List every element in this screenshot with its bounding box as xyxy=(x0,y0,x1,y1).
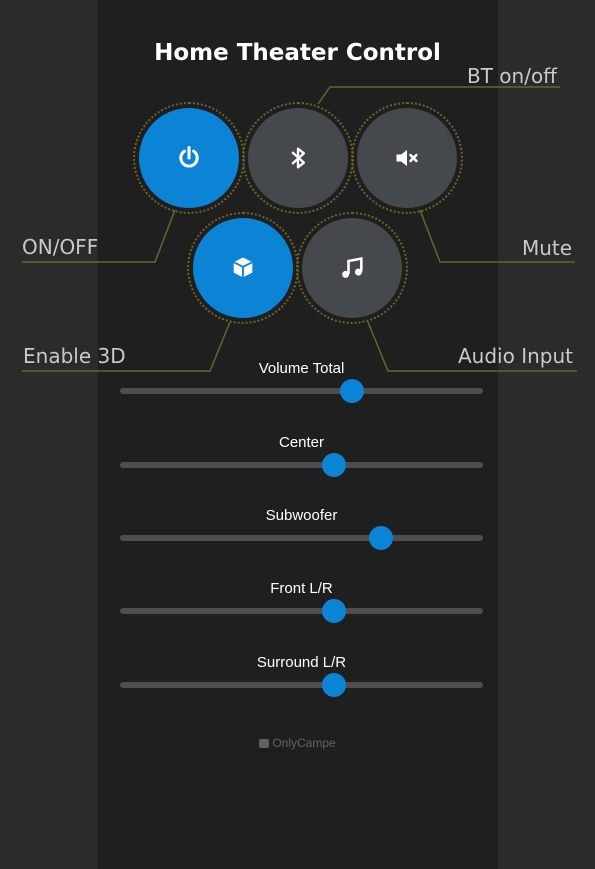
callout-mute: Mute xyxy=(522,236,573,260)
slider-label: Subwoofer xyxy=(265,507,338,524)
slider-track[interactable] xyxy=(120,388,483,394)
slider-track[interactable] xyxy=(120,608,483,614)
footer-brand-label: OnlyCampe xyxy=(272,736,336,750)
bluetooth-button[interactable] xyxy=(242,102,354,214)
slider-track[interactable] xyxy=(120,462,483,468)
slider-thumb[interactable] xyxy=(322,599,347,623)
callout-onoff: ON/OFF xyxy=(22,235,99,259)
callout-enable-3d: Enable 3D xyxy=(23,344,126,368)
enable-3d-button[interactable] xyxy=(187,212,299,324)
power-button[interactable] xyxy=(133,102,245,214)
logo-icon xyxy=(259,739,270,748)
footer-brand: OnlyCampe xyxy=(0,736,595,750)
bluetooth-icon xyxy=(291,147,305,169)
slider-thumb[interactable] xyxy=(322,453,347,477)
slider-track[interactable] xyxy=(120,682,483,688)
page-title: Home Theater Control xyxy=(154,40,441,66)
slider-label: Surround L/R xyxy=(256,654,347,671)
slider-label: Volume Total xyxy=(258,360,345,377)
power-icon xyxy=(179,145,199,168)
mute-button[interactable] xyxy=(351,102,463,214)
volume-mute-icon xyxy=(396,149,418,167)
slider-label: Front L/R xyxy=(270,580,333,597)
cube-icon xyxy=(233,257,253,278)
slider-track[interactable] xyxy=(120,535,483,541)
callout-bt: BT on/off xyxy=(467,64,557,88)
audio-input-button[interactable] xyxy=(296,212,408,324)
slider-label: Center xyxy=(278,434,325,451)
slider-thumb[interactable] xyxy=(322,673,347,697)
music-note-icon xyxy=(342,257,363,278)
